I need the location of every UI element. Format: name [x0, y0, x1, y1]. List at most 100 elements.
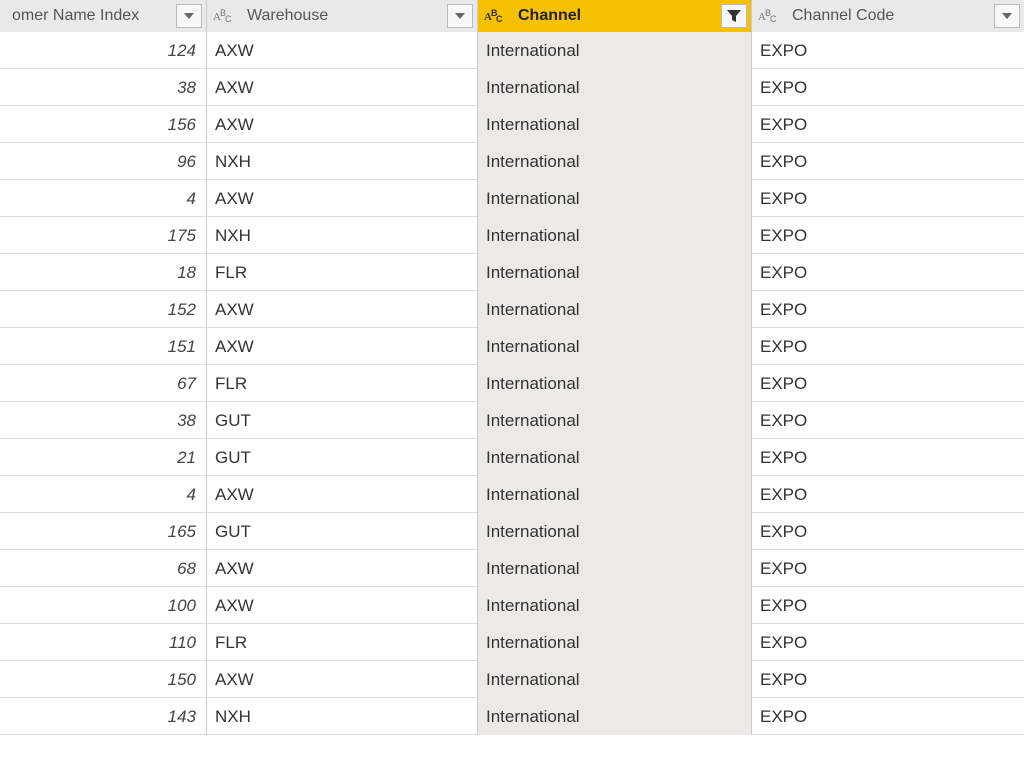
cell-customer-name-index[interactable]: 67	[0, 365, 207, 402]
table-row[interactable]: 21GUTInternationalEXPO	[0, 439, 1024, 476]
table-row[interactable]: 150AXWInternationalEXPO	[0, 661, 1024, 698]
cell-channel[interactable]: International	[478, 32, 752, 69]
cell-channel[interactable]: International	[478, 143, 752, 180]
cell-warehouse[interactable]: AXW	[207, 587, 478, 624]
cell-customer-name-index[interactable]: 18	[0, 254, 207, 291]
cell-channel-code[interactable]: EXPO	[752, 291, 1024, 328]
cell-warehouse[interactable]: AXW	[207, 291, 478, 328]
cell-channel[interactable]: International	[478, 106, 752, 143]
cell-channel-code[interactable]: EXPO	[752, 32, 1024, 69]
cell-channel-code[interactable]: EXPO	[752, 328, 1024, 365]
cell-customer-name-index[interactable]: 165	[0, 513, 207, 550]
table-row[interactable]: 67FLRInternationalEXPO	[0, 365, 1024, 402]
cell-warehouse[interactable]: AXW	[207, 32, 478, 69]
table-row[interactable]: 38AXWInternationalEXPO	[0, 69, 1024, 106]
cell-customer-name-index[interactable]: 4	[0, 476, 207, 513]
table-row[interactable]: 4AXWInternationalEXPO	[0, 180, 1024, 217]
table-row[interactable]: 38GUTInternationalEXPO	[0, 402, 1024, 439]
column-filter-button[interactable]	[447, 4, 473, 28]
cell-channel-code[interactable]: EXPO	[752, 587, 1024, 624]
cell-channel-code[interactable]: EXPO	[752, 180, 1024, 217]
cell-channel[interactable]: International	[478, 402, 752, 439]
cell-customer-name-index[interactable]: 175	[0, 217, 207, 254]
table-row[interactable]: 151AXWInternationalEXPO	[0, 328, 1024, 365]
table-row[interactable]: 96NXHInternationalEXPO	[0, 143, 1024, 180]
column-header-warehouse[interactable]: ABC Warehouse	[207, 0, 478, 32]
cell-channel-code[interactable]: EXPO	[752, 402, 1024, 439]
cell-warehouse[interactable]: AXW	[207, 550, 478, 587]
column-filter-button[interactable]	[176, 4, 202, 28]
column-header-customer-name-index[interactable]: omer Name Index	[0, 0, 207, 32]
cell-warehouse[interactable]: NXH	[207, 143, 478, 180]
cell-customer-name-index[interactable]: 68	[0, 550, 207, 587]
cell-channel[interactable]: International	[478, 439, 752, 476]
cell-channel-code[interactable]: EXPO	[752, 698, 1024, 735]
cell-channel-code[interactable]: EXPO	[752, 476, 1024, 513]
cell-customer-name-index[interactable]: 96	[0, 143, 207, 180]
table-row[interactable]: 156AXWInternationalEXPO	[0, 106, 1024, 143]
column-filter-button[interactable]	[994, 4, 1020, 28]
cell-warehouse[interactable]: AXW	[207, 69, 478, 106]
cell-channel[interactable]: International	[478, 69, 752, 106]
cell-channel[interactable]: International	[478, 698, 752, 735]
cell-channel-code[interactable]: EXPO	[752, 550, 1024, 587]
cell-customer-name-index[interactable]: 124	[0, 32, 207, 69]
table-row[interactable]: 175NXHInternationalEXPO	[0, 217, 1024, 254]
cell-channel[interactable]: International	[478, 291, 752, 328]
cell-channel[interactable]: International	[478, 365, 752, 402]
cell-channel-code[interactable]: EXPO	[752, 217, 1024, 254]
cell-channel[interactable]: International	[478, 661, 752, 698]
cell-warehouse[interactable]: FLR	[207, 365, 478, 402]
cell-warehouse[interactable]: FLR	[207, 624, 478, 661]
cell-channel[interactable]: International	[478, 550, 752, 587]
cell-warehouse[interactable]: FLR	[207, 254, 478, 291]
cell-channel[interactable]: International	[478, 254, 752, 291]
cell-warehouse[interactable]: GUT	[207, 513, 478, 550]
table-row[interactable]: 165GUTInternationalEXPO	[0, 513, 1024, 550]
cell-warehouse[interactable]: NXH	[207, 217, 478, 254]
cell-customer-name-index[interactable]: 21	[0, 439, 207, 476]
cell-customer-name-index[interactable]: 143	[0, 698, 207, 735]
cell-channel[interactable]: International	[478, 476, 752, 513]
cell-customer-name-index[interactable]: 151	[0, 328, 207, 365]
cell-customer-name-index[interactable]: 4	[0, 180, 207, 217]
cell-warehouse[interactable]: AXW	[207, 328, 478, 365]
table-row[interactable]: 100AXWInternationalEXPO	[0, 587, 1024, 624]
table-row[interactable]: 110FLRInternationalEXPO	[0, 624, 1024, 661]
cell-channel[interactable]: International	[478, 587, 752, 624]
cell-customer-name-index[interactable]: 100	[0, 587, 207, 624]
cell-channel-code[interactable]: EXPO	[752, 661, 1024, 698]
cell-channel-code[interactable]: EXPO	[752, 254, 1024, 291]
table-row[interactable]: 124AXWInternationalEXPO	[0, 32, 1024, 69]
cell-warehouse[interactable]: AXW	[207, 476, 478, 513]
cell-channel-code[interactable]: EXPO	[752, 513, 1024, 550]
cell-customer-name-index[interactable]: 152	[0, 291, 207, 328]
cell-customer-name-index[interactable]: 38	[0, 69, 207, 106]
table-row[interactable]: 18FLRInternationalEXPO	[0, 254, 1024, 291]
cell-channel-code[interactable]: EXPO	[752, 365, 1024, 402]
cell-warehouse[interactable]: AXW	[207, 661, 478, 698]
cell-customer-name-index[interactable]: 150	[0, 661, 207, 698]
cell-channel[interactable]: International	[478, 217, 752, 254]
table-row[interactable]: 152AXWInternationalEXPO	[0, 291, 1024, 328]
cell-customer-name-index[interactable]: 110	[0, 624, 207, 661]
cell-customer-name-index[interactable]: 38	[0, 402, 207, 439]
cell-warehouse[interactable]: AXW	[207, 106, 478, 143]
column-header-channel[interactable]: ABC Channel	[478, 0, 752, 32]
table-row[interactable]: 143NXHInternationalEXPO	[0, 698, 1024, 735]
column-header-channel-code[interactable]: ABC Channel Code	[752, 0, 1024, 32]
table-row[interactable]: 68AXWInternationalEXPO	[0, 550, 1024, 587]
cell-warehouse[interactable]: GUT	[207, 402, 478, 439]
cell-channel[interactable]: International	[478, 513, 752, 550]
cell-warehouse[interactable]: NXH	[207, 698, 478, 735]
cell-warehouse[interactable]: GUT	[207, 439, 478, 476]
cell-channel-code[interactable]: EXPO	[752, 106, 1024, 143]
table-row[interactable]: 4AXWInternationalEXPO	[0, 476, 1024, 513]
cell-customer-name-index[interactable]: 156	[0, 106, 207, 143]
cell-channel-code[interactable]: EXPO	[752, 439, 1024, 476]
cell-channel-code[interactable]: EXPO	[752, 69, 1024, 106]
cell-channel[interactable]: International	[478, 180, 752, 217]
cell-channel[interactable]: International	[478, 624, 752, 661]
cell-channel-code[interactable]: EXPO	[752, 624, 1024, 661]
cell-channel-code[interactable]: EXPO	[752, 143, 1024, 180]
